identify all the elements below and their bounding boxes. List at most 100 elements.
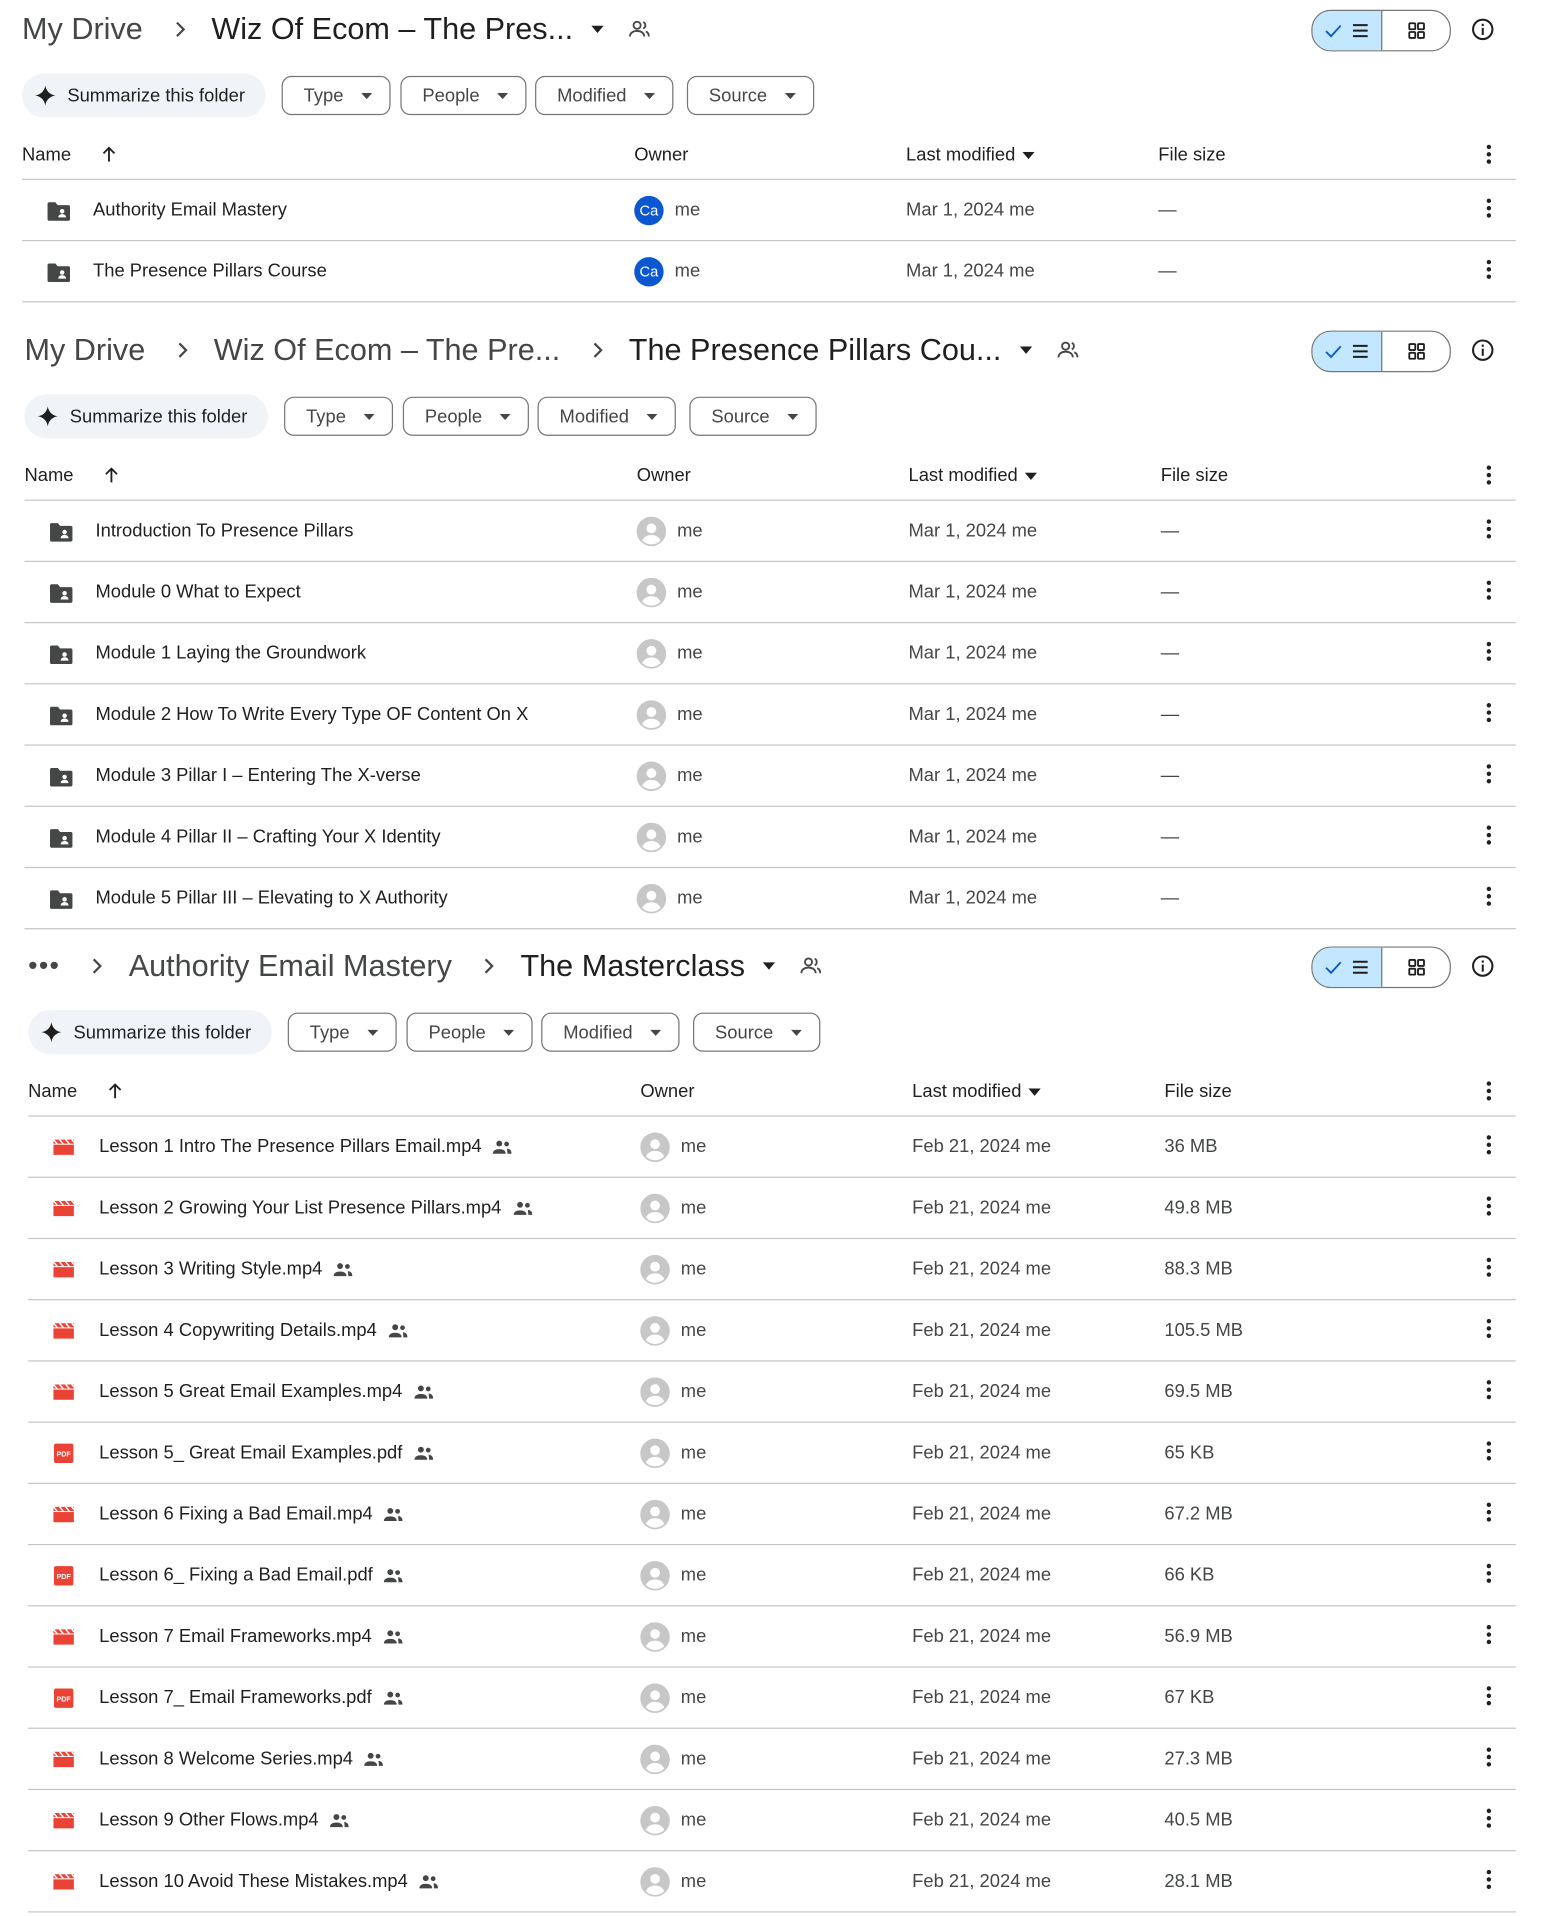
more-vert-icon[interactable] [1486,1502,1492,1522]
file-name[interactable]: Introduction To Presence Pillars [96,520,354,541]
more-vert-icon[interactable] [1486,1380,1492,1400]
file-name[interactable]: Module 2 How To Write Every Type OF Cont… [96,704,529,725]
table-row[interactable]: Module 0 What to Expect me Mar 1, 2024 me — [24,562,1516,624]
table-row[interactable]: Lesson 10 Avoid These Mistakes.mp4 me Feb … [28,1851,1516,1913]
table-row[interactable]: PDF Lesson 5_ Great Email Examples.pdf me F… [28,1423,1516,1484]
file-name[interactable]: Lesson 7 Email Frameworks.mp4 [99,1626,403,1647]
column-name[interactable]: Name [22,144,71,165]
more-vert-icon[interactable] [1486,641,1492,662]
column-last-modified[interactable]: Last modified [906,144,1035,165]
file-name[interactable]: Lesson 6_ Fixing a Bad Email.pdf [99,1565,404,1586]
file-name[interactable]: Authority Email Mastery [93,200,287,221]
table-row[interactable]: Authority Email Mastery Ca me Mar 1, 2024 m… [22,180,1516,242]
list-view-button[interactable] [1312,331,1383,371]
manage-access-icon[interactable] [799,954,823,978]
more-vert-icon[interactable] [1486,1808,1492,1828]
filter-chip-modified[interactable]: Modified [541,1012,680,1052]
file-name[interactable]: The Presence Pillars Course [93,261,327,282]
table-row[interactable]: Lesson 6 Fixing a Bad Email.mp4 me Feb 21,… [28,1484,1516,1546]
table-row[interactable]: Module 5 Pillar III – Elevating to X Aut… [24,868,1516,930]
sort-ascending-icon[interactable] [104,1080,126,1107]
file-name[interactable]: Lesson 7_ Email Frameworks.pdf [99,1687,403,1708]
file-name[interactable]: Lesson 6 Fixing a Bad Email.mp4 [99,1504,404,1524]
table-row[interactable]: The Presence Pillars Course Ca me Mar 1, 20… [22,241,1516,303]
more-vert-icon[interactable] [1486,1441,1492,1461]
more-vert-icon[interactable] [1486,465,1492,489]
grid-view-button[interactable] [1382,11,1449,50]
summarize-folder-button[interactable]: Summarize this folder [22,73,266,118]
sort-ascending-icon[interactable] [98,143,120,170]
filter-chip-modified[interactable]: Modified [537,396,676,436]
more-vert-icon[interactable] [1486,1257,1492,1277]
file-name[interactable]: Lesson 5_ Great Email Examples.pdf [99,1442,434,1463]
grid-view-button[interactable] [1382,332,1449,371]
more-vert-icon[interactable] [1486,1081,1492,1105]
filter-chip-people[interactable]: People [406,1012,533,1052]
breadcrumb-current-folder[interactable]: Wiz Of Ecom – The Pres... [211,12,573,48]
more-vert-icon[interactable] [1486,519,1492,539]
table-row[interactable]: Module 1 Laying the Groundwork me Mar 1, 2… [24,623,1516,685]
table-row[interactable]: Lesson 2 Growing Your List Presence Pill… [28,1178,1516,1240]
file-name[interactable]: Lesson 10 Avoid These Mistakes.mp4 [99,1871,439,1892]
folder-menu-caret-icon[interactable] [745,961,777,971]
file-name[interactable]: Module 0 What to Expect [96,582,301,603]
table-row[interactable]: Introduction To Presence Pillars me Mar 1,… [24,501,1516,562]
sort-ascending-icon[interactable] [100,464,122,491]
table-row[interactable]: Lesson 5 Great Email Examples.mp4 me Feb 2… [28,1362,1516,1423]
file-name[interactable]: Module 5 Pillar III – Elevating to X Aut… [96,888,448,909]
file-name[interactable]: Lesson 2 Growing Your List Presence Pill… [99,1197,533,1218]
info-icon[interactable] [1471,954,1495,978]
more-vert-icon[interactable] [1486,1318,1492,1339]
table-row[interactable]: Lesson 9 Other Flows.mp4 me Feb 21, 2024 m… [28,1790,1516,1852]
breadcrumb-link[interactable]: Authority Email Mastery [129,948,452,984]
more-vert-icon[interactable] [1486,1196,1492,1216]
list-view-button[interactable] [1312,947,1383,987]
filter-chip-type[interactable]: Type [287,1012,397,1052]
column-last-modified[interactable]: Last modified [912,1081,1042,1102]
file-name[interactable]: Lesson 4 Copywriting Details.mp4 [99,1320,409,1341]
manage-access-icon[interactable] [627,17,651,41]
breadcrumb-overflow[interactable]: ••• [28,950,60,982]
table-row[interactable]: Module 3 Pillar I – Entering The X-verse… [24,746,1516,807]
more-vert-icon[interactable] [1486,1135,1492,1155]
file-name[interactable]: Lesson 3 Writing Style.mp4 [99,1259,354,1279]
more-vert-icon[interactable] [1486,259,1492,280]
more-vert-icon[interactable] [1486,703,1492,723]
table-row[interactable]: Module 4 Pillar II – Crafting Your X Ide… [24,807,1516,869]
more-vert-icon[interactable] [1486,580,1492,600]
filter-chip-type[interactable]: Type [284,396,393,436]
breadcrumb-link[interactable]: My Drive [22,12,143,48]
info-icon[interactable] [1471,17,1495,41]
breadcrumb-link[interactable]: Wiz Of Ecom – The Pre... [214,332,560,368]
column-name[interactable]: Name [28,1081,77,1102]
table-row[interactable]: Lesson 3 Writing Style.mp4 me Feb 21, 2024… [28,1239,1516,1301]
table-row[interactable]: PDF Lesson 6_ Fixing a Bad Email.pdf me Feb… [28,1545,1516,1607]
folder-menu-caret-icon[interactable] [573,24,605,34]
file-name[interactable]: Lesson 1 Intro The Presence Pillars Emai… [99,1136,513,1157]
more-vert-icon[interactable] [1486,764,1492,784]
filter-chip-people[interactable]: People [400,75,527,116]
file-name[interactable]: Lesson 8 Welcome Series.mp4 [99,1748,385,1769]
filter-chip-source[interactable]: Source [686,75,814,116]
more-vert-icon[interactable] [1486,144,1492,168]
column-last-modified[interactable]: Last modified [909,465,1038,486]
more-vert-icon[interactable] [1486,1747,1492,1767]
filter-chip-people[interactable]: People [402,396,529,436]
filter-chip-modified[interactable]: Modified [535,75,674,116]
filter-chip-source[interactable]: Source [689,396,817,436]
breadcrumb-link[interactable]: My Drive [24,332,145,368]
more-vert-icon[interactable] [1486,1869,1492,1890]
file-name[interactable]: Module 3 Pillar I – Entering The X-verse [96,765,421,786]
breadcrumb-current-folder[interactable]: The Presence Pillars Cou... [629,332,1002,368]
more-vert-icon[interactable] [1486,1686,1492,1706]
table-row[interactable]: Lesson 1 Intro The Presence Pillars Emai… [28,1117,1516,1178]
table-row[interactable]: PDF Lesson 7_ Email Frameworks.pdf me Feb 2… [28,1668,1516,1729]
grid-view-button[interactable] [1382,948,1449,987]
table-row[interactable]: Lesson 4 Copywriting Details.mp4 me Feb 21… [28,1300,1516,1362]
file-name[interactable]: Lesson 9 Other Flows.mp4 [99,1810,350,1830]
more-vert-icon[interactable] [1486,1563,1492,1584]
more-vert-icon[interactable] [1486,825,1492,845]
file-name[interactable]: Lesson 5 Great Email Examples.mp4 [99,1381,434,1402]
filter-chip-type[interactable]: Type [281,75,391,116]
more-vert-icon[interactable] [1486,1625,1492,1645]
